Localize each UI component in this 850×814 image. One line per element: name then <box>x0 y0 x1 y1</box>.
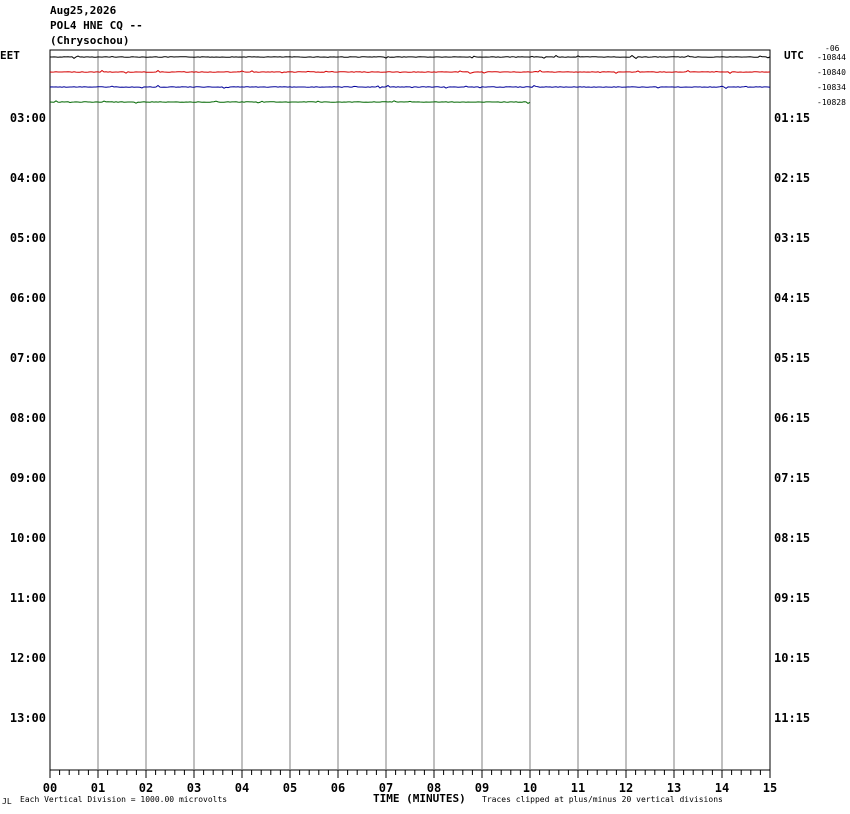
trace-line <box>49 69 771 75</box>
left-row-label: 08:00 <box>10 411 46 425</box>
right-row-label: 03:15 <box>774 231 810 245</box>
trace-offset-label: -10844 <box>817 53 846 62</box>
seismogram-chart: 00 01 02 03 04 05 06 07 08 09 10 11 12 13 14 1503:0004:… <box>10 49 846 795</box>
right-row-label: 06:15 <box>774 411 810 425</box>
left-row-label: 05:00 <box>10 231 46 245</box>
right-row-label: 04:15 <box>774 291 810 305</box>
plot-frame <box>49 49 771 771</box>
x-tick-label: 11 <box>571 781 585 795</box>
x-axis-title: TIME (MINUTES) <box>373 792 466 805</box>
x-tick-label: 06 <box>331 781 345 795</box>
trace-offset-label: -10840 <box>817 68 846 77</box>
right-row-label: 09:15 <box>774 591 810 605</box>
x-tick-label: 02 <box>139 781 153 795</box>
left-row-label: 04:00 <box>10 171 46 185</box>
right-row-label: 05:15 <box>774 351 810 365</box>
trace-offset-label: -10834 <box>817 83 846 92</box>
trace-line <box>49 54 771 60</box>
left-row-label: 03:00 <box>10 111 46 125</box>
left-row-label: 12:00 <box>10 651 46 665</box>
right-row-label: 01:15 <box>774 111 810 125</box>
right-row-label: 08:15 <box>774 531 810 545</box>
left-row-label: 06:00 <box>10 291 46 305</box>
left-row-label: 13:00 <box>10 711 46 725</box>
x-tick-label: 13 <box>667 781 681 795</box>
x-tick-label: 14 <box>715 781 729 795</box>
right-row-label: 11:15 <box>774 711 810 725</box>
x-tick-label: 12 <box>619 781 633 795</box>
x-tick-label: 03 <box>187 781 201 795</box>
trace-line <box>49 84 771 90</box>
right-row-label: 02:15 <box>774 171 810 185</box>
clip-note: Traces clipped at plus/minus 20 vertical… <box>482 795 723 804</box>
left-row-label: 09:00 <box>10 471 46 485</box>
left-row-label: 07:00 <box>10 351 46 365</box>
scale-note: Each Vertical Division = 1000.00 microvo… <box>20 795 228 804</box>
x-tick-label: 09 <box>475 781 489 795</box>
x-tick-label: 05 <box>283 781 297 795</box>
x-tick-label: 04 <box>235 781 249 795</box>
x-tick-label: 10 <box>523 781 537 795</box>
x-tick-label: 01 <box>91 781 105 795</box>
left-row-label: 10:00 <box>10 531 46 545</box>
left-row-label: 11:00 <box>10 591 46 605</box>
trace-offset-label: -10828 <box>817 98 846 107</box>
right-row-label: 07:15 <box>774 471 810 485</box>
x-tick-label: 00 <box>43 781 57 795</box>
corner-mark: JL <box>2 797 12 806</box>
right-row-label: 10:15 <box>774 651 810 665</box>
x-tick-label: 15 <box>763 781 777 795</box>
